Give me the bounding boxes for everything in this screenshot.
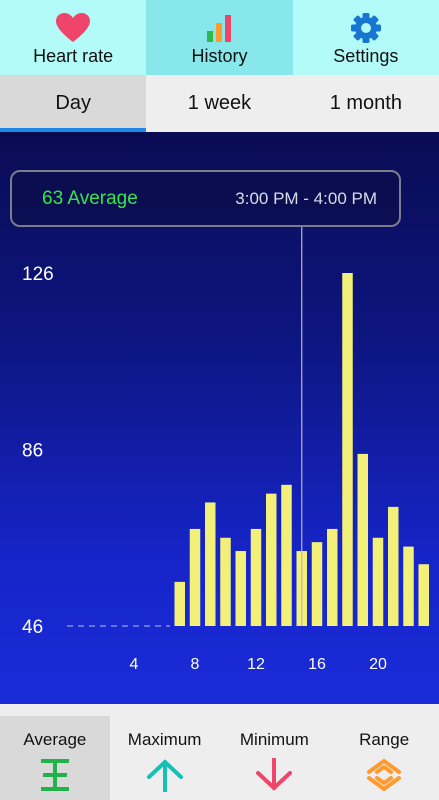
chart-bar — [266, 493, 277, 626]
tooltip-time-range: 3:00 PM - 4:00 PM — [235, 188, 377, 208]
nav-history[interactable]: History — [146, 0, 293, 75]
metric-label: Range — [359, 730, 410, 749]
x-tick-label: 12 — [247, 656, 265, 673]
metric-range[interactable]: Range — [329, 716, 439, 800]
arrow-down-icon — [255, 758, 293, 792]
y-tick-label: 126 — [22, 264, 54, 285]
heart-icon — [55, 12, 91, 44]
chart-bar — [327, 528, 338, 626]
x-tick-label: 4 — [130, 656, 139, 673]
y-tick-label: 86 — [22, 441, 43, 462]
chart-bar — [418, 564, 429, 626]
chart-bar — [372, 537, 384, 626]
nav-label: Heart rate — [33, 46, 114, 66]
chart-bar — [205, 502, 216, 626]
metric-average[interactable]: Average — [0, 716, 110, 800]
tooltip-average: 63 Average — [42, 187, 138, 209]
x-tick-label: 20 — [369, 656, 387, 673]
nav-label: Settings — [333, 46, 399, 66]
x-tick-label: 16 — [308, 656, 326, 673]
tab-day[interactable]: Day — [0, 75, 147, 132]
chart-bar — [357, 453, 368, 626]
chart-bar — [174, 581, 185, 626]
tab-1-week[interactable]: 1 week — [146, 75, 292, 132]
bar-chart-icon — [206, 12, 232, 44]
chart-tooltip: 63 Average 3:00 PM - 4:00 PM — [10, 170, 401, 227]
chart-bar — [281, 484, 292, 626]
chart-bar — [311, 542, 323, 626]
x-tick-label: 8 — [191, 656, 200, 673]
gear-icon — [350, 12, 382, 44]
metric-maximum[interactable]: Maximum — [110, 716, 220, 800]
top-navigation: Heart rate History Settings — [0, 0, 439, 75]
metric-label: Average — [23, 730, 87, 749]
nav-heart-rate[interactable]: Heart rate — [0, 0, 146, 75]
metric-label: Minimum — [239, 730, 309, 749]
range-icon — [365, 758, 403, 792]
nav-settings[interactable]: Settings — [293, 0, 439, 75]
nav-label: History — [191, 46, 248, 66]
chart-bar — [189, 528, 201, 626]
chart-bar — [220, 537, 231, 626]
arrow-up-icon — [146, 758, 184, 792]
average-icon — [37, 758, 73, 792]
chart-bar — [388, 506, 399, 626]
metric-label: Maximum — [127, 730, 202, 749]
metric-selector: Average Maximum Minimum Range — [0, 704, 439, 800]
metric-minimum[interactable]: Minimum — [220, 716, 330, 800]
heart-rate-chart[interactable]: 126 86 46 4 8 12 16 20 63 Average 3:00 PM - 4:0… — [0, 132, 439, 704]
chart-bar — [235, 550, 246, 626]
chart-bar — [250, 528, 262, 626]
chart-bar — [342, 273, 353, 626]
tab-1-month[interactable]: 1 month — [293, 75, 439, 132]
period-tabs: Day 1 week 1 month — [0, 75, 439, 132]
y-tick-label: 46 — [22, 617, 43, 638]
chart-bar — [403, 546, 414, 626]
